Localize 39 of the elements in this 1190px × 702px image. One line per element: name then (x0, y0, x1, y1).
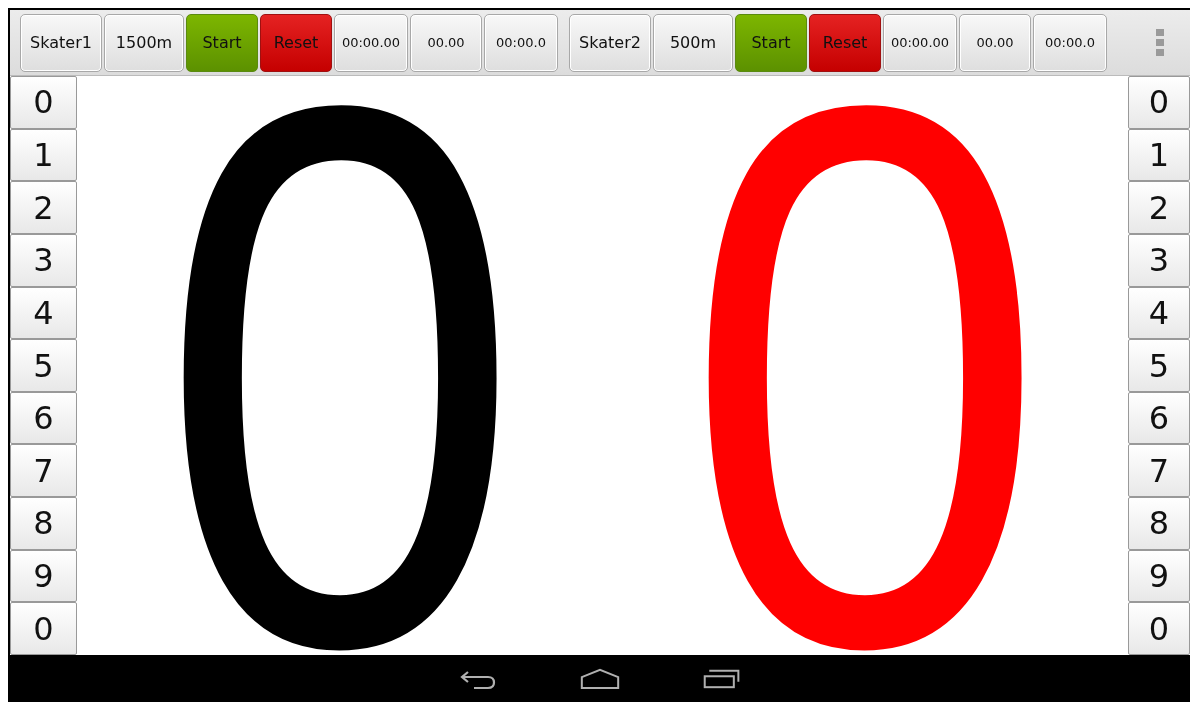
digit-button[interactable]: 8 (1128, 497, 1190, 550)
digit-button[interactable]: 7 (1128, 444, 1190, 498)
skater-name-button[interactable]: Skater2 (569, 13, 651, 72)
digit-button[interactable]: 7 (10, 444, 77, 498)
digit-button[interactable]: 3 (10, 233, 77, 287)
digit-button[interactable]: 1 (10, 128, 77, 182)
score-digit: 0 (157, 76, 522, 655)
digit-button[interactable]: 4 (10, 286, 77, 340)
digit-button[interactable]: 0 (10, 602, 77, 656)
digit-button[interactable]: 6 (1128, 391, 1190, 445)
start-button[interactable]: Start (186, 13, 258, 72)
score-digit: 0 (683, 76, 1048, 655)
home-icon[interactable] (580, 666, 620, 691)
digit-button[interactable]: 9 (10, 549, 77, 603)
digit-button[interactable]: 8 (10, 497, 77, 550)
digit-button[interactable]: 0 (10, 76, 77, 129)
start-button[interactable]: Start (735, 13, 807, 72)
digit-button[interactable]: 1 (1128, 128, 1190, 182)
lap-button[interactable]: 00:00.0 (1033, 13, 1107, 72)
digit-button[interactable]: 0 (1128, 76, 1190, 129)
digit-button[interactable]: 3 (1128, 233, 1190, 287)
reset-button[interactable]: Reset (260, 13, 332, 72)
digit-button[interactable]: 4 (1128, 286, 1190, 340)
distance-button[interactable]: 1500m (104, 13, 184, 72)
time-button[interactable]: 00:00.00 (883, 13, 957, 72)
split-button[interactable]: 00.00 (410, 13, 482, 72)
digit-button[interactable]: 9 (1128, 549, 1190, 603)
split-button[interactable]: 00.00 (959, 13, 1031, 72)
digit-button[interactable]: 5 (10, 339, 77, 392)
digit-button[interactable]: 5 (1128, 339, 1190, 392)
lap-button[interactable]: 00:00.0 (484, 13, 558, 72)
time-button[interactable]: 00:00.00 (334, 13, 408, 72)
distance-button[interactable]: 500m (653, 13, 733, 72)
reset-button[interactable]: Reset (809, 13, 881, 72)
digit-button[interactable]: 2 (10, 181, 77, 234)
skater-name-button[interactable]: Skater1 (20, 13, 102, 72)
digit-button[interactable]: 2 (1128, 181, 1190, 234)
digit-button[interactable]: 0 (1128, 602, 1190, 656)
digit-button[interactable]: 6 (10, 391, 77, 445)
